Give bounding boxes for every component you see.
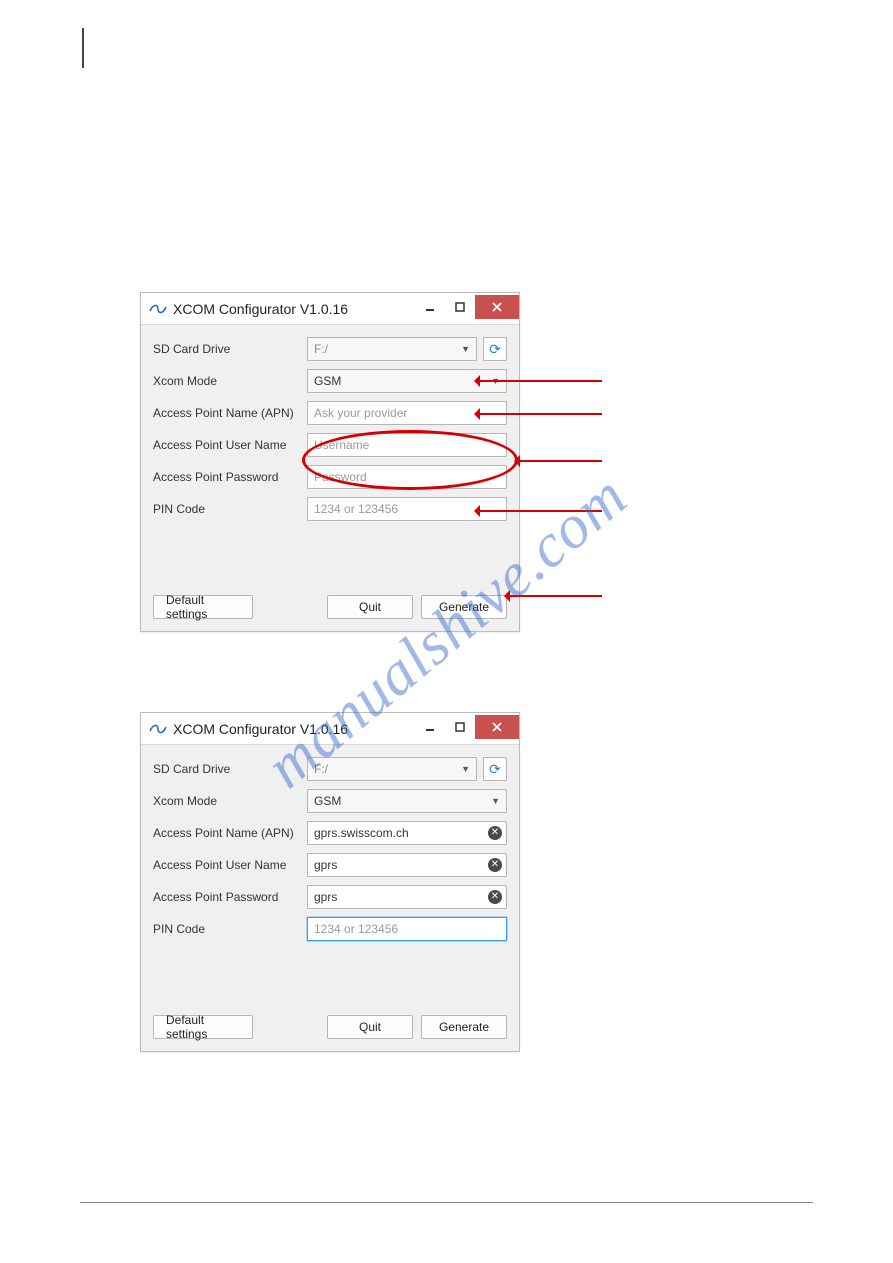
annotation-arrow	[478, 510, 602, 512]
clear-icon[interactable]: ✕	[488, 858, 502, 872]
generate-button[interactable]: Generate	[421, 1015, 507, 1039]
window-title: XCOM Configurator V1.0.16	[173, 301, 415, 317]
decorative-vertical-line	[82, 28, 84, 68]
label-pin: PIN Code	[153, 922, 307, 936]
spacer	[153, 529, 507, 577]
ap-user-value: gprs	[314, 858, 337, 872]
refresh-icon: ⟳	[489, 341, 501, 358]
button-row: Default settings Quit Generate	[141, 587, 519, 631]
sd-card-select[interactable]: F:/ ▼	[307, 337, 477, 361]
label-ap-pass: Access Point Password	[153, 890, 307, 904]
row-ap-pass: Access Point Password Password	[153, 465, 507, 489]
window-buttons	[415, 299, 519, 319]
ap-pass-input[interactable]: Password	[307, 465, 507, 489]
spacer	[153, 949, 507, 997]
clear-icon[interactable]: ✕	[488, 890, 502, 904]
app-icon	[149, 302, 167, 316]
row-xcom-mode: Xcom Mode GSM ▼	[153, 789, 507, 813]
window-title: XCOM Configurator V1.0.16	[173, 721, 415, 737]
ap-pass-placeholder: Password	[314, 470, 367, 484]
pin-input[interactable]: 1234 or 123456	[307, 917, 507, 941]
row-xcom-mode: Xcom Mode GSM ▼	[153, 369, 507, 393]
label-xcom-mode: Xcom Mode	[153, 374, 307, 388]
chevron-down-icon: ▼	[491, 796, 500, 806]
refresh-button[interactable]: ⟳	[483, 337, 507, 361]
app-icon	[149, 722, 167, 736]
label-apn: Access Point Name (APN)	[153, 406, 307, 420]
sd-card-select-value: F:/	[314, 762, 328, 776]
generate-button[interactable]: Generate	[421, 595, 507, 619]
default-settings-button[interactable]: Default settings	[153, 1015, 253, 1039]
row-apn: Access Point Name (APN) Ask your provide…	[153, 401, 507, 425]
row-ap-user: Access Point User Name gprs ✕	[153, 853, 507, 877]
xcom-mode-select-value: GSM	[314, 374, 341, 388]
form-area: SD Card Drive F:/ ▼ ⟳ Xcom Mode GSM ▼ Ac…	[141, 325, 519, 587]
config-window-2: XCOM Configurator V1.0.16 SD Card Drive …	[140, 712, 520, 1052]
ap-user-input[interactable]: Username	[307, 433, 507, 457]
form-area: SD Card Drive F:/ ▼ ⟳ Xcom Mode GSM ▼ Ac…	[141, 745, 519, 1007]
pin-placeholder: 1234 or 123456	[314, 502, 398, 516]
close-button[interactable]	[475, 295, 519, 319]
button-row: Default settings Quit Generate	[141, 1007, 519, 1051]
maximize-button[interactable]	[445, 295, 475, 319]
ap-pass-value: gprs	[314, 890, 337, 904]
refresh-icon: ⟳	[489, 761, 501, 778]
row-sd-card: SD Card Drive F:/ ▼ ⟳	[153, 757, 507, 781]
row-ap-pass: Access Point Password gprs ✕	[153, 885, 507, 909]
label-ap-user: Access Point User Name	[153, 438, 307, 452]
chevron-down-icon: ▼	[461, 764, 470, 774]
label-apn: Access Point Name (APN)	[153, 826, 307, 840]
row-apn: Access Point Name (APN) gprs.swisscom.ch…	[153, 821, 507, 845]
pin-placeholder: 1234 or 123456	[314, 922, 398, 936]
annotation-arrow	[478, 413, 602, 415]
clear-icon[interactable]: ✕	[488, 826, 502, 840]
window-buttons	[415, 719, 519, 739]
ap-user-placeholder: Username	[314, 438, 369, 452]
config-window-1: XCOM Configurator V1.0.16 SD Card Drive …	[140, 292, 520, 632]
quit-button[interactable]: Quit	[327, 1015, 413, 1039]
footer-rule	[80, 1202, 813, 1203]
apn-input-value: gprs.swisscom.ch	[314, 826, 409, 840]
minimize-button[interactable]	[415, 295, 445, 319]
maximize-button[interactable]	[445, 715, 475, 739]
default-settings-button[interactable]: Default settings	[153, 595, 253, 619]
annotation-arrow	[478, 380, 602, 382]
ap-user-input[interactable]: gprs ✕	[307, 853, 507, 877]
window-titlebar: XCOM Configurator V1.0.16	[141, 713, 519, 745]
label-ap-user: Access Point User Name	[153, 858, 307, 872]
label-sd-card: SD Card Drive	[153, 762, 307, 776]
xcom-mode-select[interactable]: GSM ▼	[307, 789, 507, 813]
row-sd-card: SD Card Drive F:/ ▼ ⟳	[153, 337, 507, 361]
row-pin: PIN Code 1234 or 123456	[153, 497, 507, 521]
apn-input[interactable]: gprs.swisscom.ch ✕	[307, 821, 507, 845]
label-sd-card: SD Card Drive	[153, 342, 307, 356]
document-page: manualshive.com XCOM Configurator V1.0.1…	[0, 0, 893, 1263]
label-ap-pass: Access Point Password	[153, 470, 307, 484]
row-pin: PIN Code 1234 or 123456	[153, 917, 507, 941]
label-pin: PIN Code	[153, 502, 307, 516]
row-ap-user: Access Point User Name Username	[153, 433, 507, 457]
close-button[interactable]	[475, 715, 519, 739]
xcom-mode-select-value: GSM	[314, 794, 341, 808]
minimize-button[interactable]	[415, 715, 445, 739]
label-xcom-mode: Xcom Mode	[153, 794, 307, 808]
ap-pass-input[interactable]: gprs ✕	[307, 885, 507, 909]
quit-button[interactable]: Quit	[327, 595, 413, 619]
sd-card-select[interactable]: F:/ ▼	[307, 757, 477, 781]
annotation-arrow	[508, 595, 602, 597]
chevron-down-icon: ▼	[461, 344, 470, 354]
sd-card-select-value: F:/	[314, 342, 328, 356]
annotation-arrow	[518, 460, 602, 462]
refresh-button[interactable]: ⟳	[483, 757, 507, 781]
window-titlebar: XCOM Configurator V1.0.16	[141, 293, 519, 325]
apn-input-placeholder: Ask your provider	[314, 406, 407, 420]
